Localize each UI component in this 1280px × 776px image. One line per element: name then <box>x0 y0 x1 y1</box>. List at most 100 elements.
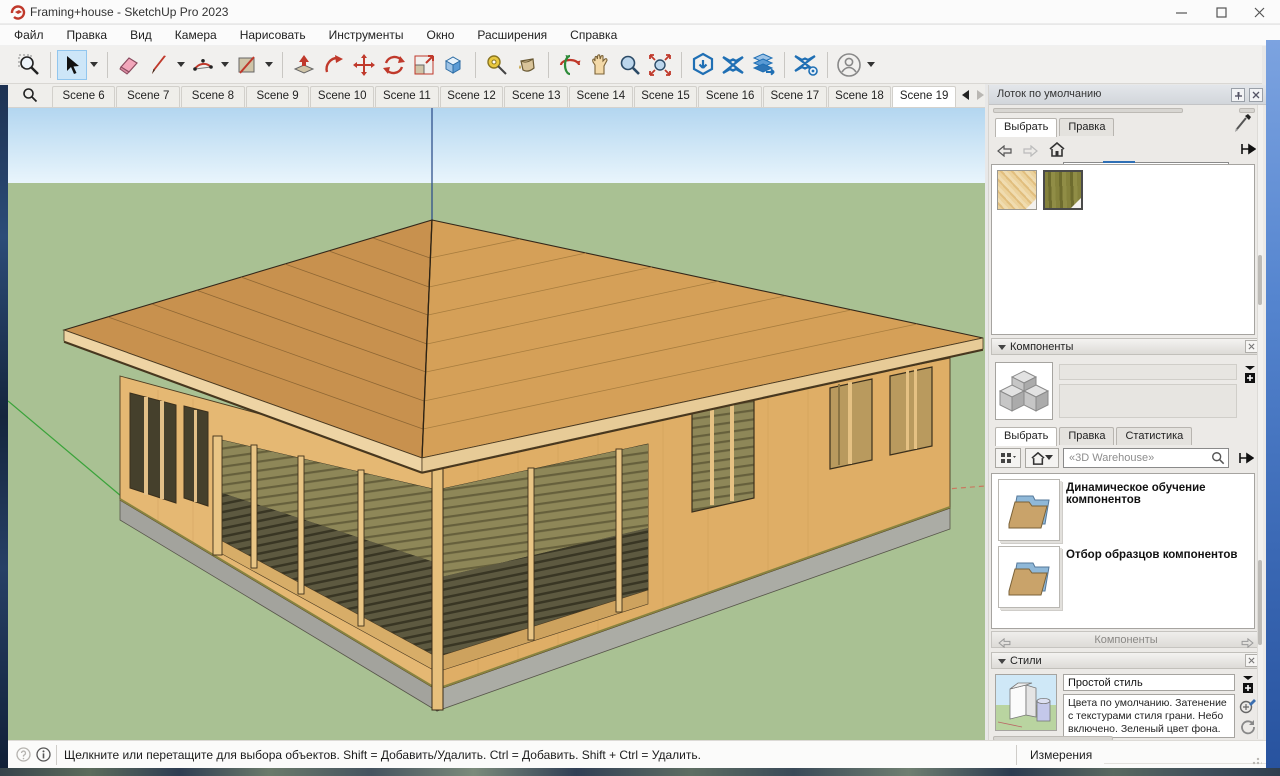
menu-tools[interactable]: Инструменты <box>329 28 404 42</box>
pan-tool-button[interactable] <box>585 50 615 80</box>
scene-tab[interactable]: Scene 18 <box>828 86 892 107</box>
zoom-tool-button[interactable] <box>615 50 645 80</box>
tray-pin-button[interactable] <box>1231 88 1245 102</box>
send-to-layout-button[interactable] <box>748 50 778 80</box>
style-add-button[interactable] <box>1241 674 1255 701</box>
materials-list[interactable] <box>991 164 1255 335</box>
scene-tab-active[interactable]: Scene 19 <box>892 86 956 107</box>
materials-tab-select[interactable]: Выбрать <box>995 118 1057 137</box>
menu-edit[interactable]: Правка <box>67 28 108 42</box>
scene-tab[interactable]: Scene 11 <box>375 86 439 107</box>
select-tool-dropdown[interactable] <box>90 62 98 67</box>
resize-grip[interactable] <box>1252 755 1262 765</box>
shape-tool-dropdown[interactable] <box>265 62 273 67</box>
materials-forward-button[interactable] <box>1019 141 1041 161</box>
menu-camera[interactable]: Камера <box>175 28 217 42</box>
shape-tool-button[interactable] <box>232 50 262 80</box>
component-item-label[interactable]: Динамическое обучение компонентов <box>1066 482 1252 506</box>
components-tab-select[interactable]: Выбрать <box>995 427 1057 446</box>
sample-paint-button[interactable] <box>1233 113 1253 138</box>
scene-scroll-right-icon[interactable] <box>976 90 985 100</box>
materials-tab-edit[interactable]: Правка <box>1059 118 1114 136</box>
make-component-button[interactable] <box>439 50 469 80</box>
scene-tab[interactable]: Scene 7 <box>116 86 180 107</box>
menu-help[interactable]: Справка <box>570 28 617 42</box>
components-search-button[interactable] <box>1211 451 1225 470</box>
components-footer-forward[interactable] <box>1241 635 1254 653</box>
account-button[interactable] <box>834 50 864 80</box>
scene-search-button[interactable] <box>8 83 52 107</box>
scene-scroll-left-icon[interactable] <box>961 90 970 100</box>
component-add-button[interactable] <box>1243 364 1257 391</box>
geolocation-button[interactable] <box>16 747 31 767</box>
style-update-button[interactable] <box>1239 698 1257 719</box>
tray-title-bar[interactable]: Лоток по умолчанию <box>989 85 1267 105</box>
close-button[interactable] <box>1240 0 1278 24</box>
scene-tab[interactable]: Scene 8 <box>181 86 245 107</box>
scene-tab[interactable]: Scene 16 <box>698 86 762 107</box>
paint-bucket-button[interactable] <box>512 50 542 80</box>
style-name-field[interactable] <box>1063 674 1235 691</box>
component-folder-item[interactable] <box>998 546 1060 608</box>
components-tab-edit[interactable]: Правка <box>1059 427 1114 445</box>
styles-header[interactable]: Стили <box>991 652 1261 669</box>
scene-tab[interactable]: Scene 12 <box>440 86 504 107</box>
materials-back-button[interactable] <box>993 141 1015 161</box>
eraser-tool-button[interactable] <box>114 50 144 80</box>
info-button[interactable] <box>36 747 51 767</box>
tray-scrollbar-thumb[interactable] <box>1258 255 1262 305</box>
zoom-extents-button[interactable] <box>645 50 675 80</box>
materials-home-button[interactable] <box>1046 139 1068 159</box>
menu-window[interactable]: Окно <box>426 28 454 42</box>
material-swatch-plywood[interactable] <box>1043 170 1083 210</box>
extension-warehouse-button[interactable] <box>718 50 748 80</box>
style-refresh-button[interactable] <box>1240 719 1256 740</box>
component-folder-item[interactable] <box>998 479 1060 541</box>
line-tool-button[interactable] <box>144 50 174 80</box>
scene-tab[interactable]: Scene 14 <box>569 86 633 107</box>
line-tool-dropdown[interactable] <box>177 62 185 67</box>
arc-tool-button[interactable] <box>188 50 218 80</box>
rotate-tool-button[interactable] <box>379 50 409 80</box>
components-tab-stats[interactable]: Статистика <box>1116 427 1192 445</box>
components-secondary-pane-button[interactable] <box>1235 448 1257 468</box>
menu-view[interactable]: Вид <box>130 28 152 42</box>
menu-draw[interactable]: Нарисовать <box>240 28 306 42</box>
model-viewport[interactable] <box>8 108 985 740</box>
menu-extensions[interactable]: Расширения <box>477 28 547 42</box>
scale-tool-button[interactable] <box>409 50 439 80</box>
move-tool-button[interactable] <box>349 50 379 80</box>
tape-measure-button[interactable] <box>482 50 512 80</box>
minimize-button[interactable] <box>1162 0 1200 24</box>
select-tool-button[interactable] <box>57 50 87 80</box>
pushpull-tool-button[interactable] <box>289 50 319 80</box>
material-swatch-osb[interactable] <box>997 170 1037 210</box>
scene-tab[interactable]: Scene 6 <box>52 86 116 107</box>
components-header[interactable]: Компоненты <box>991 338 1261 355</box>
components-home-button[interactable] <box>1025 448 1059 468</box>
materials-secondary-pane-button[interactable] <box>1237 139 1259 159</box>
measurements-input[interactable] <box>1104 745 1270 764</box>
maximize-button[interactable] <box>1202 0 1240 24</box>
scene-tab[interactable]: Scene 13 <box>504 86 568 107</box>
scene-tab[interactable]: Scene 15 <box>634 86 698 107</box>
3d-warehouse-button[interactable] <box>688 50 718 80</box>
tray-close-button[interactable] <box>1249 88 1263 102</box>
scene-tab[interactable]: Scene 17 <box>763 86 827 107</box>
component-description-field[interactable] <box>1059 384 1237 418</box>
zoom-window-button[interactable] <box>14 50 44 80</box>
orbit-tool-button[interactable] <box>555 50 585 80</box>
menu-file[interactable]: Файл <box>14 28 44 42</box>
arc-tool-dropdown[interactable] <box>221 62 229 67</box>
tray-scrollbar-thumb[interactable] <box>1258 560 1262 645</box>
extension-manager-button[interactable] <box>791 50 821 80</box>
components-search-input[interactable] <box>1063 448 1229 468</box>
component-item-label[interactable]: Отбор образцов компонентов <box>1066 549 1252 561</box>
account-dropdown[interactable] <box>867 62 875 67</box>
materials-collapsed-preview[interactable] <box>993 108 1183 113</box>
scene-tab[interactable]: Scene 10 <box>310 86 374 107</box>
components-list[interactable]: Динамическое обучение компонентов Отбор … <box>991 473 1255 629</box>
scene-tab[interactable]: Scene 9 <box>246 86 310 107</box>
components-view-options-button[interactable] <box>995 448 1021 468</box>
component-name-field[interactable] <box>1059 364 1237 380</box>
